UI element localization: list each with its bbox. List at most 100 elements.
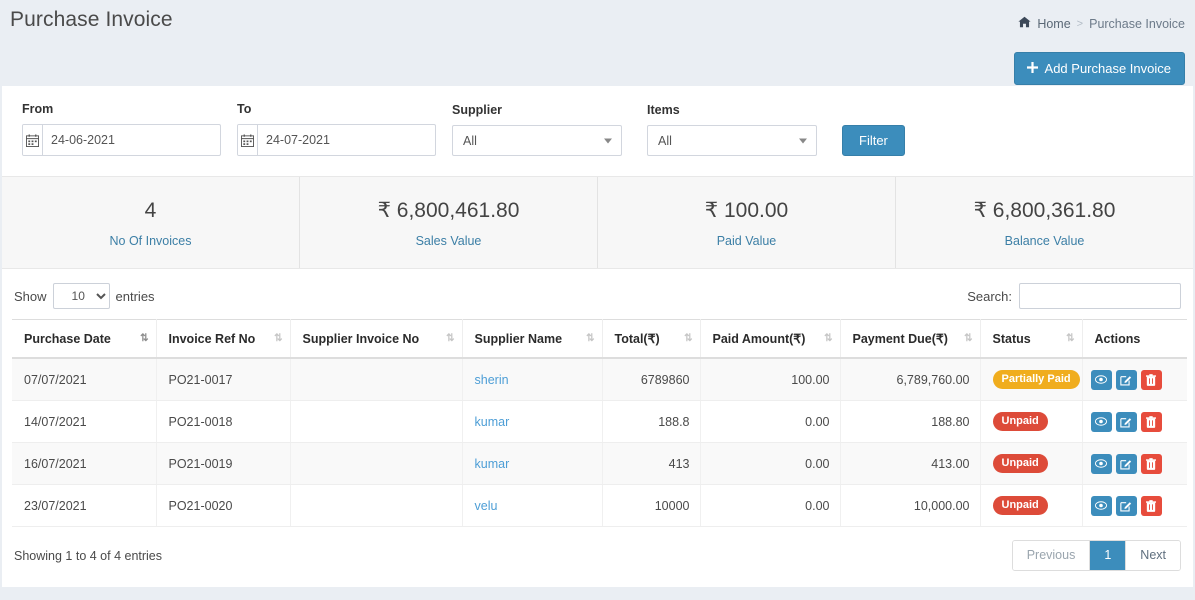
delete-icon[interactable] [1141, 454, 1162, 474]
table-row[interactable]: 23/07/2021 PO21-0020 velu 10000 0.00 10,… [12, 485, 1187, 527]
column-label: Paid Amount(₹) [713, 332, 806, 346]
chevron-down-icon [799, 138, 807, 143]
cell-purchase-date: 14/07/2021 [12, 401, 156, 443]
delete-icon[interactable] [1141, 412, 1162, 432]
view-icon[interactable] [1091, 496, 1112, 516]
page-header: Purchase Invoice Home > Purchase Invoice [0, 0, 1195, 46]
page-title: Purchase Invoice [10, 8, 173, 32]
status-badge: Unpaid [993, 496, 1048, 515]
items-select[interactable]: All [647, 125, 817, 156]
page-length-select[interactable]: 10 25 50 100 [53, 283, 110, 309]
supplier-link[interactable]: velu [475, 499, 498, 513]
column-header-actions: Actions [1082, 320, 1187, 359]
sort-icon: ⇅ [586, 334, 593, 344]
edit-icon[interactable] [1116, 370, 1137, 390]
supplier-link[interactable]: kumar [475, 415, 510, 429]
search-input[interactable] [1019, 283, 1181, 309]
from-date-input-group[interactable] [22, 124, 221, 156]
column-label: Payment Due(₹) [853, 332, 948, 346]
view-icon[interactable] [1091, 412, 1112, 432]
cell-paid-amount: 0.00 [700, 485, 840, 527]
pagination-previous[interactable]: Previous [1013, 541, 1091, 570]
column-header-status[interactable]: Status ⇅ [980, 320, 1082, 359]
sort-icon: ⇅ [684, 334, 691, 344]
table-row[interactable]: 07/07/2021 PO21-0017 sherin 6789860 100.… [12, 358, 1187, 401]
cell-paid-amount: 0.00 [700, 401, 840, 443]
action-bar: Add Purchase Invoice [0, 46, 1195, 86]
column-header-purchase-date[interactable]: Purchase Date ⇅ [12, 320, 156, 359]
column-header-supplier-invoice-no[interactable]: Supplier Invoice No ⇅ [290, 320, 462, 359]
cell-total: 6789860 [602, 358, 700, 401]
table-row[interactable]: 14/07/2021 PO21-0018 kumar 188.8 0.00 18… [12, 401, 1187, 443]
stat-label[interactable]: Paid Value [598, 234, 895, 248]
delete-icon[interactable] [1141, 496, 1162, 516]
column-header-supplier-name[interactable]: Supplier Name ⇅ [462, 320, 602, 359]
calendar-icon[interactable] [238, 125, 258, 155]
cell-supplier-name: sherin [462, 358, 602, 401]
search-control: Search: [967, 283, 1181, 309]
view-icon[interactable] [1091, 454, 1112, 474]
cell-supplier-invoice-no [290, 401, 462, 443]
cell-payment-due: 188.80 [840, 401, 980, 443]
cell-total: 188.8 [602, 401, 700, 443]
cell-status: Partially Paid [980, 358, 1082, 401]
edit-icon[interactable] [1116, 496, 1137, 516]
supplier-select-value: All [463, 134, 477, 148]
stat-value: ₹ 6,800,461.80 [300, 199, 597, 222]
pagination-page-1[interactable]: 1 [1090, 541, 1126, 570]
cell-invoice-ref-no: PO21-0018 [156, 401, 290, 443]
delete-icon[interactable] [1141, 370, 1162, 390]
breadcrumb: Home > Purchase Invoice [1018, 16, 1185, 31]
filter-from-group: From [22, 102, 221, 156]
entries-label: entries [116, 289, 155, 304]
to-date-input[interactable] [258, 125, 435, 155]
cell-total: 10000 [602, 485, 700, 527]
column-header-total[interactable]: Total(₹) ⇅ [602, 320, 700, 359]
status-badge: Unpaid [993, 454, 1048, 473]
purchase-invoice-table: Purchase Date ⇅ Invoice Ref No ⇅ Supplie… [12, 319, 1187, 527]
stat-label[interactable]: Sales Value [300, 234, 597, 248]
column-label: Status [993, 332, 1031, 346]
cell-supplier-name: kumar [462, 443, 602, 485]
home-icon [1018, 16, 1031, 31]
filter-items-group: Items All [647, 103, 817, 156]
column-label: Supplier Invoice No [303, 332, 420, 346]
stat-label[interactable]: No Of Invoices [2, 234, 299, 248]
cell-payment-due: 413.00 [840, 443, 980, 485]
breadcrumb-home-link[interactable]: Home [1037, 17, 1070, 31]
column-header-payment-due[interactable]: Payment Due(₹) ⇅ [840, 320, 980, 359]
column-header-invoice-ref-no[interactable]: Invoice Ref No ⇅ [156, 320, 290, 359]
cell-total: 413 [602, 443, 700, 485]
stat-label[interactable]: Balance Value [896, 234, 1193, 248]
supplier-select[interactable]: All [452, 125, 622, 156]
cell-actions [1082, 485, 1187, 527]
datatable-footer: Showing 1 to 4 of 4 entries Previous 1 N… [12, 527, 1183, 573]
calendar-icon[interactable] [23, 125, 43, 155]
to-date-input-group[interactable] [237, 124, 436, 156]
breadcrumb-separator: > [1077, 18, 1083, 30]
sort-icon: ⇅ [824, 334, 831, 344]
stat-no-of-invoices: 4 No Of Invoices [2, 177, 300, 268]
supplier-link[interactable]: sherin [475, 373, 509, 387]
add-purchase-invoice-button[interactable]: Add Purchase Invoice [1014, 52, 1185, 85]
edit-icon[interactable] [1116, 454, 1137, 474]
filter-button[interactable]: Filter [842, 125, 905, 156]
breadcrumb-current: Purchase Invoice [1089, 17, 1185, 31]
column-label: Total(₹) [615, 332, 660, 346]
table-body: 07/07/2021 PO21-0017 sherin 6789860 100.… [12, 358, 1187, 527]
filter-to-group: To [237, 102, 436, 156]
column-header-paid-amount[interactable]: Paid Amount(₹) ⇅ [700, 320, 840, 359]
edit-icon[interactable] [1116, 412, 1137, 432]
row-action-group [1091, 496, 1180, 516]
column-label: Invoice Ref No [169, 332, 256, 346]
sort-icon: ⇅ [1066, 334, 1073, 344]
filter-to-label: To [237, 102, 436, 116]
supplier-link[interactable]: kumar [475, 457, 510, 471]
row-action-group [1091, 454, 1180, 474]
from-date-input[interactable] [43, 125, 220, 155]
view-icon[interactable] [1091, 370, 1112, 390]
table-row[interactable]: 16/07/2021 PO21-0019 kumar 413 0.00 413.… [12, 443, 1187, 485]
main-card: From [2, 86, 1193, 587]
pagination-next[interactable]: Next [1126, 541, 1180, 570]
cell-invoice-ref-no: PO21-0019 [156, 443, 290, 485]
